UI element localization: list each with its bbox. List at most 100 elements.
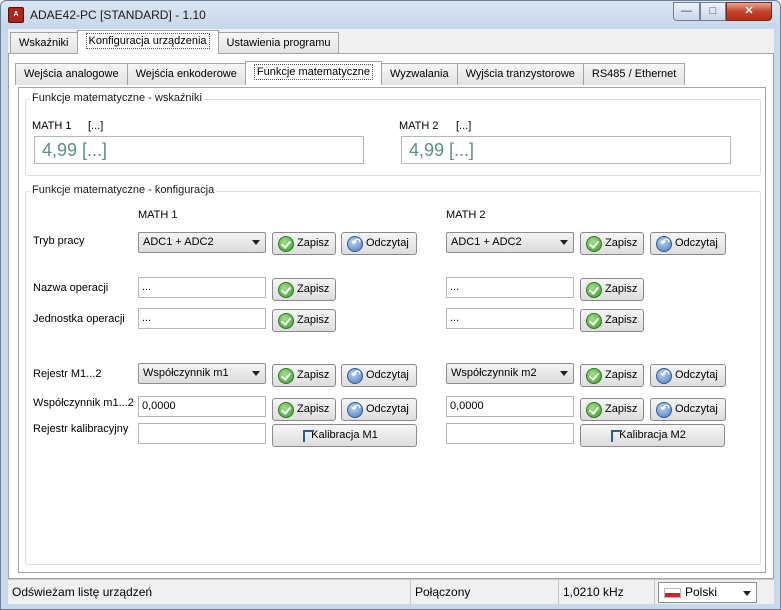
- math1-wspolczynnik-input[interactable]: 0,0000: [138, 396, 266, 417]
- button-label: Kalibracja M1: [311, 429, 378, 441]
- button-label: Odczytaj: [366, 237, 409, 249]
- button-label: Zapisz: [605, 237, 638, 249]
- tab-wejscia-enkoderowe[interactable]: Wejścia enkoderowe: [126, 63, 246, 85]
- language-select[interactable]: Polski: [658, 582, 757, 603]
- math2-jednostka-save-button[interactable]: Zapisz: [580, 309, 644, 332]
- tab-funkcje-matematyczne[interactable]: Funkcje matematyczne: [244, 61, 382, 85]
- indicators-group: Funkcje matematyczne - wskaźniki MATH 1 …: [25, 92, 761, 176]
- button-label: Zapisz: [297, 369, 330, 381]
- tab-label: Wskaźniki: [19, 37, 69, 49]
- math2-tryb-value: ADC1 + ADC2: [451, 236, 522, 248]
- configuration-group-title: Funkcje matematyczne - konfiguracja: [30, 184, 217, 196]
- check-icon: [278, 282, 294, 298]
- button-label: Zapisz: [605, 314, 638, 326]
- minimize-button[interactable]: —: [673, 2, 700, 21]
- calibration-icon: [611, 430, 622, 442]
- close-button[interactable]: ✕: [726, 2, 772, 21]
- dropdown-arrow-icon: [560, 371, 568, 376]
- math2-wspolczynnik-read-button[interactable]: ↶ Odczytaj: [650, 398, 726, 421]
- math2-nazwa-input[interactable]: ...: [446, 277, 574, 298]
- math1-nazwa-save-button[interactable]: Zapisz: [272, 278, 336, 301]
- dropdown-arrow-icon: [743, 591, 751, 596]
- math1-tryb-read-button[interactable]: ↶ Odczytaj: [341, 232, 417, 255]
- math1-tryb-value: ADC1 + ADC2: [143, 236, 214, 248]
- rejestr-kalibracyjny-label: Rejestr kalibracyjny: [33, 423, 129, 435]
- check-icon: [586, 368, 602, 384]
- button-label: Zapisz: [605, 283, 638, 295]
- maximize-button[interactable]: □: [700, 2, 726, 21]
- frequency-readout: 1,0210 kHz: [559, 580, 655, 605]
- undo-icon: ↶: [656, 236, 672, 252]
- math1-unit: [...]: [88, 120, 104, 132]
- tab-wyzwalania[interactable]: Wyzwalania: [380, 63, 458, 85]
- check-icon: [278, 236, 294, 252]
- undo-icon: ↶: [656, 368, 672, 384]
- rejestr-label: Rejestr M1...2: [33, 368, 102, 380]
- undo-icon: ↶: [347, 368, 363, 384]
- tab-wyjscia-tranzystorowe[interactable]: Wyjścia tranzystorowe: [456, 63, 584, 85]
- dropdown-arrow-icon: [252, 371, 260, 376]
- math2-jednostka-input[interactable]: ...: [446, 308, 574, 329]
- check-icon: [586, 236, 602, 252]
- math2-wspolczynnik-input[interactable]: 0,0000: [446, 396, 574, 417]
- tab-wskazniki[interactable]: Wskaźniki: [10, 32, 78, 54]
- title-bar: A ADAE42-PC [STANDARD] - 1.10 — □ ✕: [1, 1, 780, 29]
- tab-label: Funkcje matematyczne: [253, 64, 373, 80]
- math1-rejestr-select[interactable]: Współczynnik m1: [138, 363, 266, 384]
- math2-kalibracja-input[interactable]: [446, 423, 574, 444]
- math1-tryb-save-button[interactable]: Zapisz: [272, 232, 336, 255]
- configuration-group: Funkcje matematyczne - konfiguracja MATH…: [25, 184, 761, 565]
- math1-wspolczynnik-save-button[interactable]: Zapisz: [272, 398, 336, 421]
- status-message: Odświeżam listę urządzeń: [8, 580, 411, 605]
- math2-unit: [...]: [456, 120, 472, 132]
- button-label: Odczytaj: [675, 237, 718, 249]
- nazwa-operacji-label: Nazwa operacji: [33, 282, 109, 294]
- math2-tryb-read-button[interactable]: ↶ Odczytaj: [650, 232, 726, 255]
- button-label: Odczytaj: [366, 403, 409, 415]
- math2-nazwa-save-button[interactable]: Zapisz: [580, 278, 644, 301]
- client-area: Wskaźniki Konfiguracja urządzenia Ustawi…: [8, 29, 774, 579]
- math2-rejestr-save-button[interactable]: Zapisz: [580, 364, 644, 387]
- math1-rejestr-value: Współczynnik m1: [143, 367, 229, 379]
- math2-label: MATH 2: [399, 120, 439, 132]
- indicators-group-title: Funkcje matematyczne - wskaźniki: [30, 92, 204, 104]
- math2-tryb-select[interactable]: ADC1 + ADC2: [446, 232, 574, 253]
- math2-value-display: 4,99 [...]: [401, 136, 731, 164]
- connection-status: Połączony: [411, 580, 559, 605]
- check-icon: [586, 402, 602, 418]
- math1-nazwa-input[interactable]: ...: [138, 277, 266, 298]
- math2-rejestr-value: Współczynnik m2: [451, 367, 537, 379]
- math1-kalibracja-button[interactable]: Kalibracja M1: [272, 424, 417, 447]
- math2-rejestr-read-button[interactable]: ↶ Odczytaj: [650, 364, 726, 387]
- math1-jednostka-save-button[interactable]: Zapisz: [272, 309, 336, 332]
- tab-label: Ustawienia programu: [226, 37, 331, 49]
- status-bar: Odświeżam listę urządzeń Połączony 1,021…: [8, 579, 774, 605]
- tab-label: Wyjścia tranzystorowe: [465, 68, 575, 80]
- tab-konfiguracja[interactable]: Konfiguracja urządzenia: [76, 30, 219, 54]
- check-icon: [586, 313, 602, 329]
- tab-wejscia-analogowe[interactable]: Wejścia analogowe: [15, 63, 128, 85]
- dropdown-arrow-icon: [252, 240, 260, 245]
- math2-wspolczynnik-save-button[interactable]: Zapisz: [580, 398, 644, 421]
- math1-tryb-select[interactable]: ADC1 + ADC2: [138, 232, 266, 253]
- button-label: Zapisz: [297, 314, 330, 326]
- math2-kalibracja-button[interactable]: Kalibracja M2: [580, 424, 725, 447]
- check-icon: [278, 313, 294, 329]
- tab-rs485-ethernet[interactable]: RS485 / Ethernet: [582, 63, 686, 85]
- math1-jednostka-input[interactable]: ...: [138, 308, 266, 329]
- wspolczynnik-label: Współczynnik m1...2: [33, 397, 134, 409]
- math1-kalibracja-input[interactable]: [138, 423, 266, 444]
- tab-label: Konfiguracja urządzenia: [85, 33, 210, 49]
- math1-rejestr-save-button[interactable]: Zapisz: [272, 364, 336, 387]
- math1-rejestr-read-button[interactable]: ↶ Odczytaj: [341, 364, 417, 387]
- tab-ustawienia[interactable]: Ustawienia programu: [217, 32, 340, 54]
- math2-column-header: MATH 2: [446, 209, 486, 221]
- app-window: A ADAE42-PC [STANDARD] - 1.10 — □ ✕ Wska…: [0, 0, 781, 610]
- math1-wspolczynnik-read-button[interactable]: ↶ Odczytaj: [341, 398, 417, 421]
- undo-icon: ↶: [347, 236, 363, 252]
- undo-icon: ↶: [656, 402, 672, 418]
- math1-value-display: 4,99 [...]: [34, 136, 364, 164]
- math2-rejestr-select[interactable]: Współczynnik m2: [446, 363, 574, 384]
- button-label: Zapisz: [297, 237, 330, 249]
- math2-tryb-save-button[interactable]: Zapisz: [580, 232, 644, 255]
